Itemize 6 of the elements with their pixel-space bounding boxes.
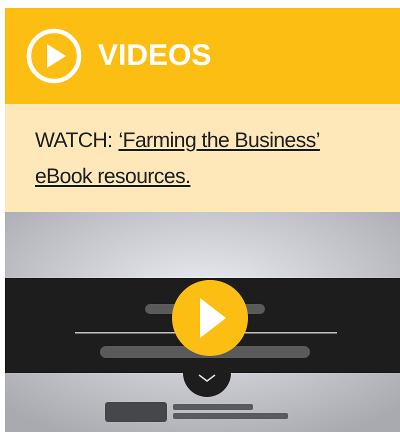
play-icon xyxy=(200,298,226,338)
section-title: VIDEOS xyxy=(98,39,212,73)
play-circle-icon xyxy=(26,28,82,84)
ebook-link[interactable]: ‘Farming the Business’ xyxy=(118,123,320,159)
ebook-link[interactable]: eBook resources. xyxy=(35,159,190,195)
watch-label: WATCH: xyxy=(35,128,112,154)
